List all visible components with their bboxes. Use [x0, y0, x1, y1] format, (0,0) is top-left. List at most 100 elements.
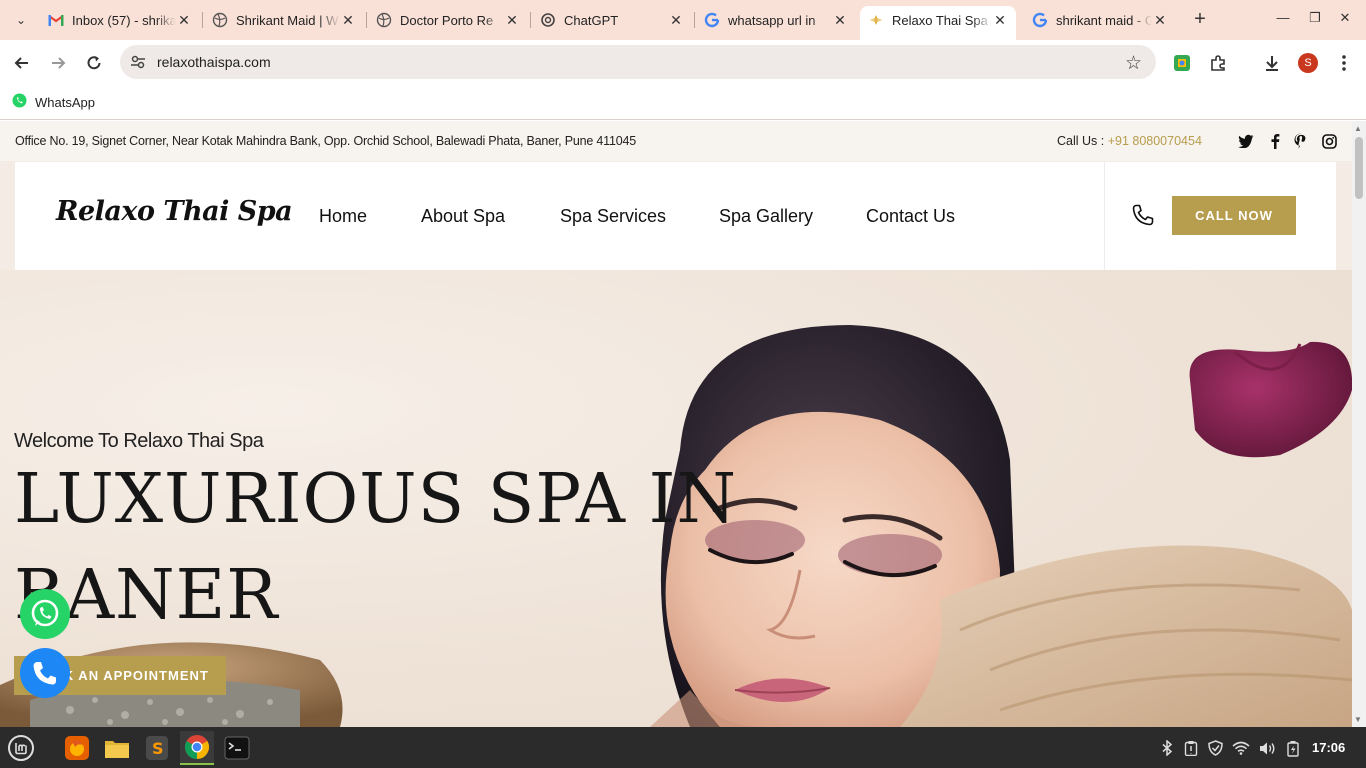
minimize-button[interactable]: —	[1273, 10, 1293, 25]
hero-welcome-text: Welcome To Relaxo Thai Spa	[14, 430, 264, 452]
forward-button[interactable]	[46, 51, 70, 75]
nav-home[interactable]: Home	[319, 206, 367, 227]
tab-relaxo-thai-spa[interactable]: Relaxo Thai Spa ✕	[860, 6, 1016, 40]
bookmark-whatsapp[interactable]: WhatsApp	[12, 93, 95, 111]
hero-headline-line2: BANER	[14, 556, 279, 635]
download-icon[interactable]	[1260, 51, 1284, 75]
new-tab-button[interactable]: +	[1188, 8, 1212, 32]
close-icon[interactable]: ✕	[832, 12, 848, 29]
address-bar[interactable]: relaxothaispa.com ☆	[120, 45, 1156, 79]
scrollbar-thumb[interactable]	[1355, 137, 1363, 199]
back-button[interactable]	[10, 51, 34, 75]
menu-kebab-icon[interactable]	[1332, 51, 1356, 75]
tab-chatgpt[interactable]: ChatGPT ✕	[532, 6, 692, 34]
close-window-button[interactable]: ✕	[1335, 10, 1355, 26]
battery-icon[interactable]	[1284, 739, 1302, 757]
reload-icon	[87, 56, 101, 70]
tab-title: Relaxo Thai Spa	[892, 12, 988, 28]
tab-title: shrikant maid - G	[1056, 12, 1152, 28]
phone-icon	[33, 662, 56, 685]
scroll-down-icon[interactable]: ▼	[1354, 715, 1362, 724]
nav-about-spa[interactable]: About Spa	[421, 206, 505, 227]
svg-text:S: S	[152, 739, 164, 758]
terminal-icon	[224, 736, 250, 760]
files-launcher[interactable]	[100, 731, 134, 765]
call-now-button[interactable]: CALL NOW	[1172, 196, 1296, 235]
clipboard-icon[interactable]	[1182, 739, 1200, 757]
call-float-button[interactable]	[20, 648, 70, 698]
close-icon[interactable]: ✕	[668, 12, 684, 29]
browser-toolbar: relaxothaispa.com ☆ S	[0, 40, 1366, 86]
nav-contact-us[interactable]: Contact Us	[866, 206, 955, 227]
site-logo[interactable]: Relaxo Thai Spa	[56, 196, 293, 227]
close-icon[interactable]: ✕	[504, 12, 520, 29]
google-icon	[1032, 12, 1048, 28]
globe-icon	[212, 12, 228, 28]
firefox-launcher[interactable]	[60, 731, 94, 765]
bookmark-star-icon[interactable]: ☆	[1125, 52, 1142, 75]
tab-gmail[interactable]: Inbox (57) - shrikant ✕	[40, 6, 200, 34]
tab-shrikant-search[interactable]: shrikant maid - G ✕	[1024, 6, 1176, 34]
spa-icon	[868, 12, 884, 28]
bookmarks-bar: WhatsApp	[0, 86, 1366, 120]
tab-title: whatsapp url in	[728, 12, 816, 28]
whatsapp-icon	[12, 93, 27, 111]
bookmark-label: WhatsApp	[35, 94, 95, 110]
arrow-right-icon	[52, 57, 66, 69]
chrome-launcher[interactable]	[180, 731, 214, 765]
shield-icon[interactable]	[1206, 739, 1224, 757]
bluetooth-icon[interactable]	[1158, 739, 1176, 757]
arrow-left-icon	[14, 57, 28, 69]
clock[interactable]: 17:06	[1312, 740, 1345, 755]
close-icon[interactable]: ✕	[992, 12, 1008, 29]
extension-icon[interactable]	[1170, 51, 1194, 75]
start-menu-button[interactable]	[4, 731, 38, 765]
office-address: Office No. 19, Signet Corner, Near Kotak…	[15, 134, 636, 148]
maximize-button[interactable]: ❐	[1305, 10, 1325, 26]
terminal-launcher[interactable]	[220, 731, 254, 765]
chrome-icon	[184, 735, 210, 760]
tab-whatsapp-search[interactable]: whatsapp url in ✕	[696, 6, 856, 34]
hero-headline: LUXURIOUS SPA IN BANER	[14, 452, 737, 644]
call-us-label: Call Us :	[1057, 134, 1108, 148]
site-settings-icon[interactable]	[130, 54, 146, 75]
chatgpt-icon	[540, 12, 556, 28]
close-icon[interactable]: ✕	[340, 12, 356, 29]
phone-icon[interactable]	[1131, 203, 1155, 232]
tab-doctor-porto[interactable]: Doctor Porto Re ✕	[368, 6, 528, 34]
facebook-icon[interactable]	[1267, 133, 1283, 149]
scroll-up-icon[interactable]: ▲	[1354, 124, 1362, 133]
url-text[interactable]: relaxothaispa.com	[157, 54, 271, 70]
volume-icon[interactable]	[1258, 739, 1276, 757]
sublime-launcher[interactable]: S	[140, 731, 174, 765]
site-topbar: Office No. 19, Signet Corner, Near Kotak…	[0, 121, 1352, 161]
chevron-down-icon: ⌄	[15, 13, 27, 27]
gmail-icon	[48, 12, 64, 28]
tab-title: Inbox (57) - shrikant	[72, 12, 176, 28]
menu-icon	[8, 735, 34, 761]
page-scrollbar[interactable]: ▲ ▼	[1352, 121, 1366, 727]
firefox-icon	[65, 736, 89, 760]
nav-spa-services[interactable]: Spa Services	[560, 206, 666, 227]
close-icon[interactable]: ✕	[1152, 12, 1168, 29]
close-icon[interactable]: ✕	[176, 12, 192, 29]
tab-title: ChatGPT	[564, 12, 619, 28]
tab-title: Doctor Porto Re	[400, 12, 494, 28]
pinterest-icon[interactable]	[1293, 133, 1309, 149]
web-page: Office No. 19, Signet Corner, Near Kotak…	[0, 121, 1352, 727]
tab-shrikant-maid[interactable]: Shrikant Maid | W ✕	[204, 6, 364, 34]
site-header: Relaxo Thai Spa Home About Spa Spa Servi…	[15, 162, 1336, 270]
instagram-icon[interactable]	[1321, 133, 1337, 149]
twitter-icon[interactable]	[1238, 133, 1254, 149]
profile-button[interactable]: S	[1296, 51, 1320, 75]
whatsapp-float-button[interactable]	[20, 589, 70, 639]
header-divider	[1104, 162, 1105, 270]
extensions-puzzle-icon[interactable]	[1206, 51, 1230, 75]
call-us-number[interactable]: +91 8080070454	[1108, 134, 1202, 148]
nav-spa-gallery[interactable]: Spa Gallery	[719, 206, 813, 227]
globe-icon	[376, 12, 392, 28]
tab-search-button[interactable]: ⌄	[8, 8, 34, 32]
reload-button[interactable]	[82, 51, 106, 75]
avatar: S	[1298, 53, 1318, 73]
wifi-icon[interactable]	[1232, 739, 1250, 757]
